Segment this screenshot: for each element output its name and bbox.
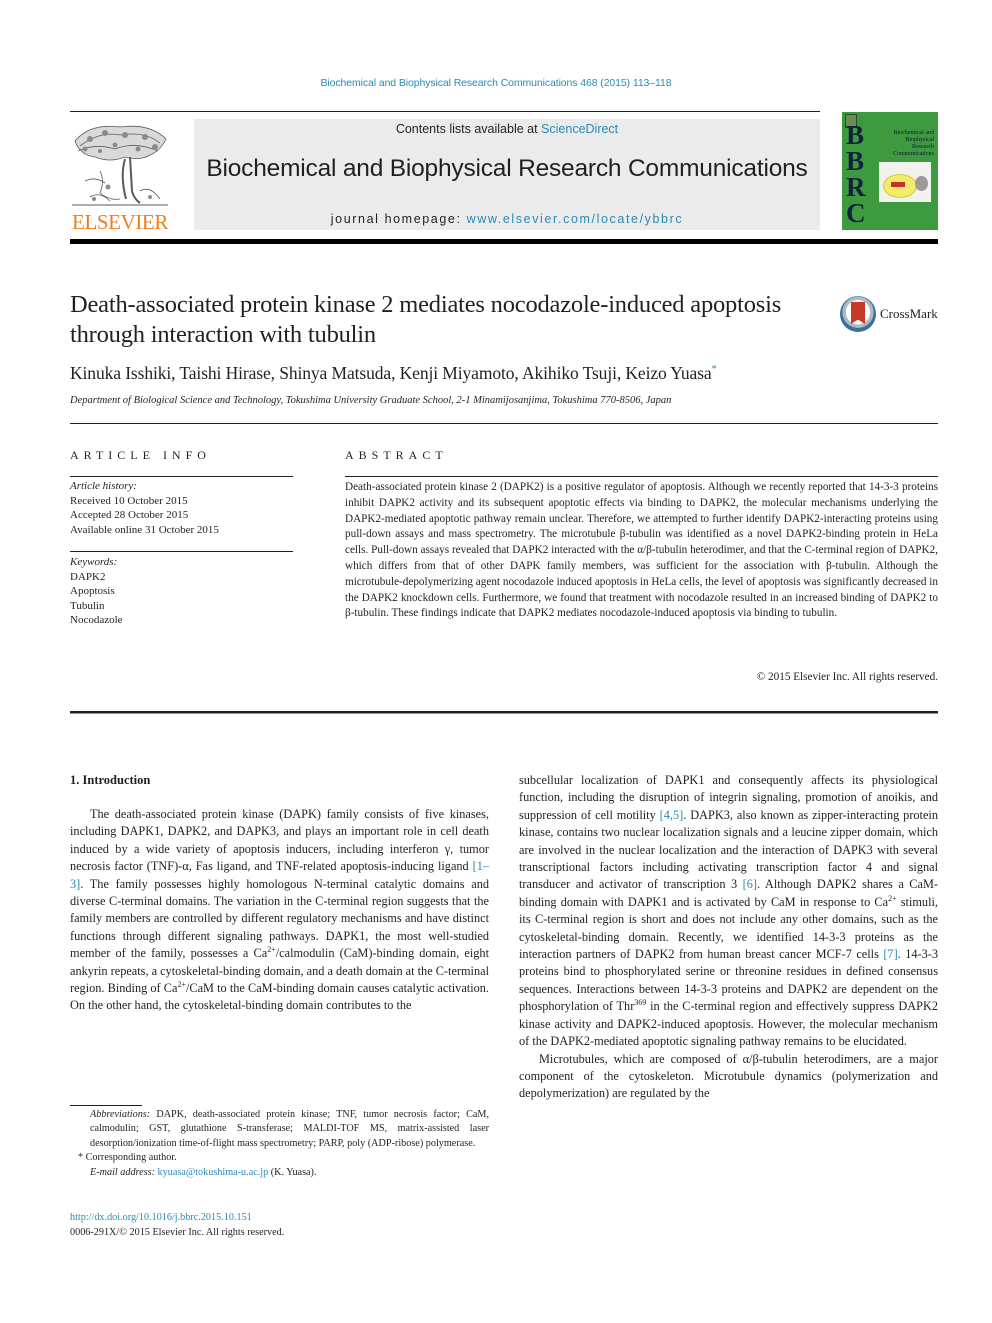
reference-link[interactable]: [7]	[883, 947, 897, 961]
homepage-prefix: journal homepage:	[330, 212, 467, 226]
reference-link[interactable]: [6]	[743, 877, 757, 891]
cover-letter: B	[846, 146, 865, 176]
title-rule	[70, 423, 938, 424]
introduction-heading: 1. Introduction	[70, 773, 151, 787]
keyword: DAPK2	[70, 570, 106, 583]
history-label: Article history:	[70, 480, 137, 492]
elsevier-logo[interactable]: ELSEVIER	[68, 121, 172, 234]
corresponding-author-mark[interactable]: *	[712, 364, 717, 375]
article-history: Article history: Received 10 October 201…	[70, 479, 219, 537]
cover-letter: B	[846, 120, 865, 150]
footnotes: Abbreviations: DAPK, death-associated pr…	[70, 1108, 489, 1180]
author-list: Kinuka Isshiki, Taishi Hirase, Shinya Ma…	[70, 363, 717, 384]
intro-paragraph-2: Microtubules, which are composed of α/β-…	[519, 1051, 938, 1101]
authors-text: Kinuka Isshiki, Taishi Hirase, Shinya Ma…	[70, 363, 712, 383]
journal-cover[interactable]: B B R C Biochemical and Biophysical Rese…	[842, 112, 938, 230]
journal-citation[interactable]: Biochemical and Biophysical Research Com…	[0, 77, 992, 89]
cover-title: Biochemical and Biophysical Research Com…	[893, 130, 934, 158]
crossmark-label: CrossMark	[880, 306, 938, 321]
keyword: Tubulin	[70, 599, 105, 612]
reference-link[interactable]: [4,5]	[660, 808, 684, 822]
keywords-label: Keywords:	[70, 556, 118, 568]
doi-link[interactable]: http://dx.doi.org/10.1016/j.bbrc.2015.10…	[70, 1212, 252, 1223]
abstract-heading: ABSTRACT	[345, 448, 448, 462]
cover-letters: B B R C	[846, 120, 866, 228]
abbreviations-text: DAPK, death-associated protein kinase; T…	[90, 1109, 489, 1149]
history-accepted: Accepted 28 October 2015	[70, 509, 189, 521]
footnote-rule	[70, 1105, 142, 1106]
sciencedirect-link[interactable]: ScienceDirect	[541, 122, 618, 136]
cover-letter: R	[846, 172, 866, 202]
header-thick-rule	[70, 239, 938, 244]
abstract-copyright: © 2015 Elsevier Inc. All rights reserved…	[756, 671, 938, 683]
intro-paragraph-continued: subcellular localization of DAPK1 and co…	[519, 772, 938, 1051]
superscript: 2+	[888, 893, 897, 903]
keywords-rule	[70, 551, 293, 552]
superscript: 2+	[177, 979, 186, 989]
superscript: 2+	[267, 945, 276, 955]
elsevier-tree-icon	[72, 125, 168, 206]
contents-line: Contents lists available at ScienceDirec…	[194, 122, 820, 136]
article-info-heading: ARTICLE INFO	[70, 448, 211, 462]
abbreviations-footnote: Abbreviations: DAPK, death-associated pr…	[70, 1108, 489, 1151]
affiliation: Department of Biological Science and Tec…	[70, 395, 672, 406]
journal-homepage-link[interactable]: www.elsevier.com/locate/ybbrc	[467, 212, 684, 226]
email-suffix: (K. Yuasa).	[268, 1166, 317, 1178]
body-column-right: subcellular localization of DAPK1 and co…	[519, 772, 938, 1103]
keyword: Apoptosis	[70, 585, 115, 597]
cover-title-line: Biophysical	[905, 137, 934, 143]
article-title: Death-associated protein kinase 2 mediat…	[70, 291, 782, 348]
keyword: Nocodazole	[70, 614, 123, 626]
cover-title-line: Communications	[893, 151, 934, 157]
body-column-left: The death-associated protein kinase (DAP…	[70, 806, 489, 1015]
cover-illustration	[879, 162, 931, 202]
text-run: The death-associated protein kinase (DAP…	[70, 807, 489, 874]
header-rule	[70, 111, 820, 112]
cover-letter: C	[846, 198, 866, 228]
email-label: E-mail address:	[90, 1166, 155, 1178]
history-received: Received 10 October 2015	[70, 494, 188, 507]
doi-block: http://dx.doi.org/10.1016/j.bbrc.2015.10…	[70, 1211, 284, 1240]
journal-banner: Contents lists available at ScienceDirec…	[194, 119, 820, 230]
history-online: Available online 31 October 2015	[70, 523, 219, 536]
abstract-end-rule	[70, 711, 938, 714]
journal-title: Biochemical and Biophysical Research Com…	[206, 155, 808, 182]
keywords: Keywords: DAPK2 Apoptosis Tubulin Nocoda…	[70, 555, 123, 628]
cover-grey-shape	[915, 176, 928, 191]
superscript: 369	[634, 998, 647, 1008]
cover-title-line: Research	[912, 144, 934, 150]
issn-copyright: 0006-291X/© 2015 Elsevier Inc. All right…	[70, 1226, 285, 1238]
intro-paragraph-1: The death-associated protein kinase (DAP…	[70, 806, 489, 1015]
email-link[interactable]: kyuasa@tokushima-u.ac.jp	[158, 1167, 269, 1178]
email-footnote: E-mail address: kyuasa@tokushima-u.ac.jp…	[70, 1166, 489, 1180]
abstract-rule	[345, 476, 938, 477]
homepage-line: journal homepage: www.elsevier.com/locat…	[194, 212, 820, 226]
cover-title-line: Biochemical and	[893, 130, 935, 136]
article-info-rule	[70, 476, 293, 477]
abstract-text: Death-associated protein kinase 2 (DAPK2…	[345, 481, 938, 620]
crossmark-button[interactable]: CrossMark	[840, 296, 950, 336]
contents-prefix: Contents lists available at	[395, 122, 542, 136]
corresponding-footnote: * Corresponding author.	[78, 1152, 177, 1164]
abbreviations-label: Abbreviations:	[90, 1109, 151, 1120]
cover-red-shape	[891, 182, 905, 187]
elsevier-wordmark: ELSEVIER	[72, 210, 168, 234]
